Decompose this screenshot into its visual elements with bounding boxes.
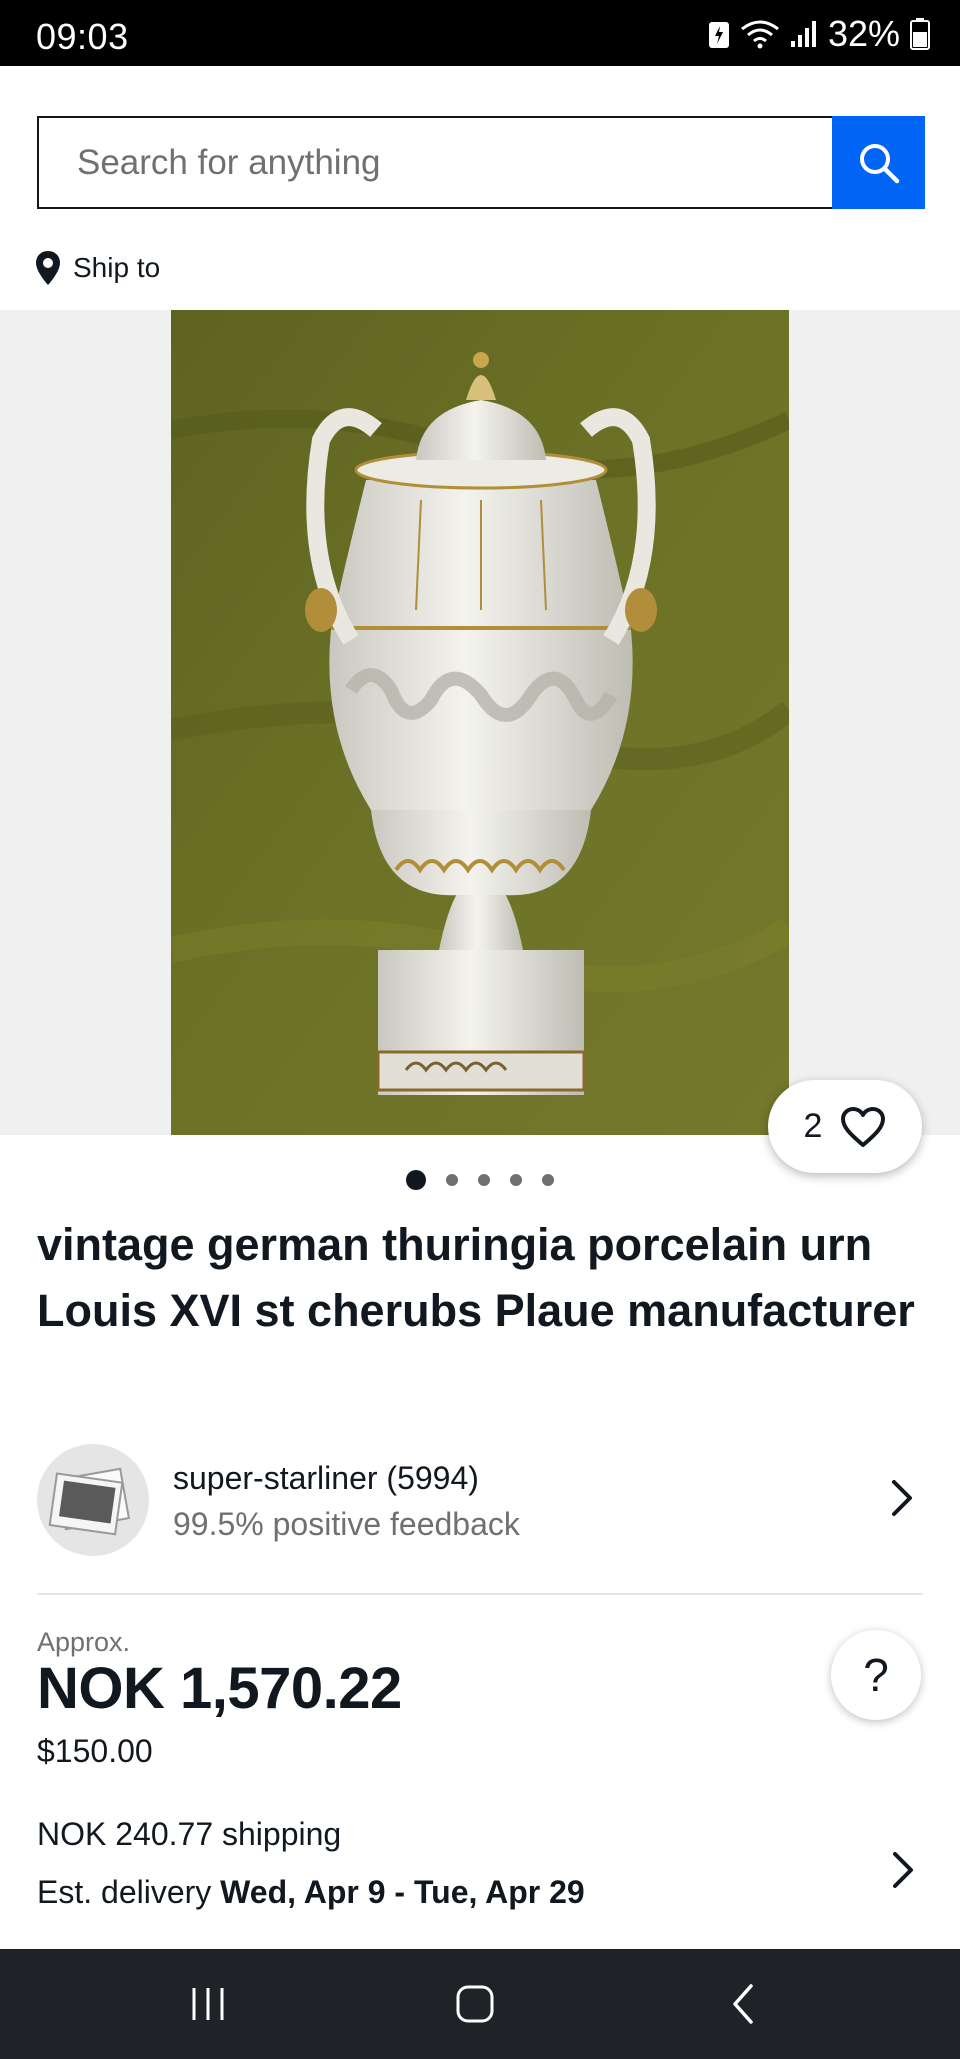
watch-button[interactable]: 2	[768, 1080, 922, 1173]
search-input[interactable]: Search for anything	[37, 116, 832, 209]
seller-feedback: 99.5% positive feedback	[173, 1506, 520, 1542]
divider	[37, 1593, 923, 1595]
recents-icon	[192, 1988, 224, 2020]
price-amount: NOK 1,570.22	[37, 1656, 402, 1721]
search-button[interactable]	[832, 116, 925, 209]
photo-placeholder-icon	[48, 1467, 131, 1536]
image-gallery[interactable]	[0, 310, 960, 1135]
signal-icon	[790, 21, 816, 47]
ship-to-link[interactable]: Ship to	[35, 250, 160, 286]
wifi-icon	[741, 20, 779, 49]
urn-photo	[171, 310, 789, 1135]
status-icons: 32%	[708, 13, 930, 54]
status-time: 09:03	[36, 16, 129, 57]
delivery-estimate: Est. delivery Wed, Apr 9 - Tue, Apr 29	[37, 1874, 585, 1911]
listing-title: vintage german thuringia porcelain urn L…	[37, 1219, 915, 1336]
home-icon	[456, 1985, 494, 2023]
search-bar: Search for anything	[37, 116, 925, 209]
location-pin-icon	[36, 251, 60, 285]
delivery-range: Wed, Apr 9 - Tue, Apr 29	[220, 1874, 585, 1910]
original-price: $150.00	[37, 1733, 153, 1769]
seller-card[interactable]: super-starliner (5994) 99.5% positive fe…	[37, 1444, 923, 1556]
pagination-dot-1[interactable]	[406, 1170, 426, 1190]
ship-to-label: Ship to	[73, 252, 161, 283]
help-button[interactable]: ?	[831, 1630, 921, 1720]
home-button[interactable]	[415, 1949, 535, 2059]
seller-avatar	[37, 1444, 149, 1556]
product-image[interactable]	[171, 310, 789, 1135]
pagination-dot-2[interactable]	[446, 1174, 458, 1186]
pagination-dot-5[interactable]	[542, 1174, 554, 1186]
shipping-cost: NOK 240.77 shipping	[37, 1816, 342, 1852]
pagination-dot-3[interactable]	[478, 1174, 490, 1186]
chevron-right-icon	[892, 1480, 912, 1516]
system-nav-bar	[0, 1949, 960, 2059]
status-bar: 09:03 32%	[0, 0, 960, 66]
back-button[interactable]	[683, 1949, 803, 2059]
approx-label: Approx.	[37, 1627, 131, 1657]
recents-button[interactable]	[148, 1949, 268, 2059]
delivery-prefix: Est. delivery	[37, 1874, 221, 1910]
pagination-dot-4[interactable]	[510, 1174, 522, 1186]
battery-icon	[910, 18, 930, 50]
battery-percent: 32%	[827, 13, 900, 54]
back-icon	[733, 1984, 753, 2024]
heart-icon	[841, 1106, 886, 1147]
image-pagination	[0, 1170, 960, 1190]
watch-count: 2	[803, 1107, 823, 1145]
search-icon	[859, 143, 899, 183]
battery-saver-icon	[708, 22, 729, 48]
chevron-right-icon[interactable]	[890, 1850, 916, 1890]
seller-name: super-starliner (5994)	[173, 1460, 479, 1496]
